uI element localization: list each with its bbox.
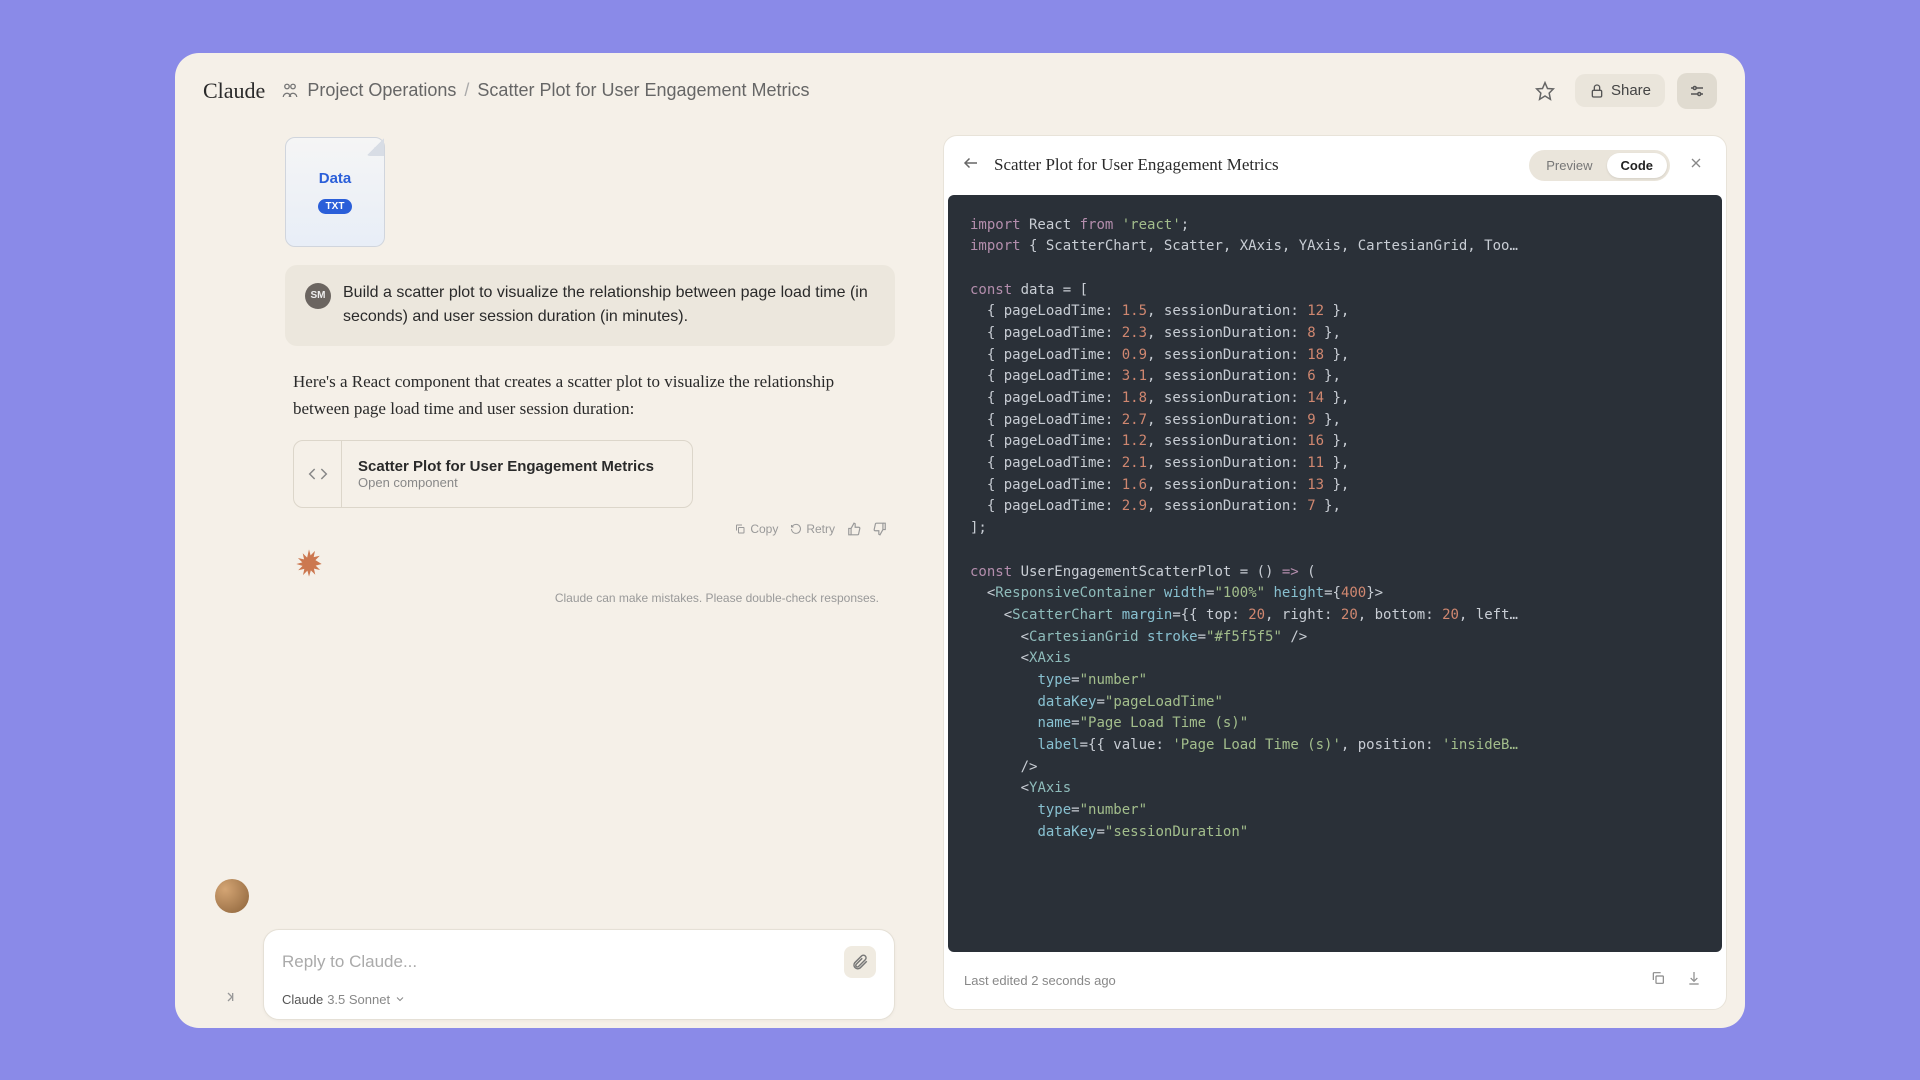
file-attachment[interactable]: Data TXT bbox=[285, 137, 385, 247]
file-ext-badge: TXT bbox=[318, 199, 353, 214]
breadcrumb-project[interactable]: Project Operations bbox=[307, 80, 456, 101]
disclaimer-text: Claude can make mistakes. Please double-… bbox=[293, 591, 887, 605]
artifact-panel: Scatter Plot for User Engagement Metrics… bbox=[943, 135, 1727, 1010]
toggle-preview[interactable]: Preview bbox=[1532, 153, 1606, 178]
collapse-sidebar-button[interactable] bbox=[222, 989, 242, 1010]
thumbs-down-button[interactable] bbox=[873, 522, 887, 536]
artifact-subtitle: Open component bbox=[358, 475, 654, 490]
assistant-message: Here's a React component that creates a … bbox=[285, 364, 895, 609]
toggle-code[interactable]: Code bbox=[1607, 153, 1668, 178]
last-edited: Last edited 2 seconds ago bbox=[964, 973, 1634, 988]
panel-header: Scatter Plot for User Engagement Metrics… bbox=[944, 136, 1726, 195]
profile-avatar[interactable] bbox=[215, 879, 249, 913]
code-icon bbox=[294, 441, 342, 507]
breadcrumb-separator: / bbox=[464, 80, 469, 101]
app-window: Claude Project Operations / Scatter Plot… bbox=[175, 53, 1745, 1028]
artifact-card[interactable]: Scatter Plot for User Engagement Metrics… bbox=[293, 440, 693, 508]
model-selector[interactable]: Claude 3.5 Sonnet bbox=[282, 992, 876, 1007]
project-icon bbox=[281, 82, 299, 100]
message-actions: Copy Retry bbox=[293, 522, 887, 536]
artifact-title: Scatter Plot for User Engagement Metrics bbox=[358, 458, 654, 475]
main: Data TXT SM Build a scatter plot to visu… bbox=[175, 117, 1745, 1028]
header-actions: Share bbox=[1527, 73, 1717, 109]
share-button[interactable]: Share bbox=[1575, 74, 1665, 107]
assistant-message-text: Here's a React component that creates a … bbox=[293, 368, 887, 422]
retry-button[interactable]: Retry bbox=[790, 522, 835, 536]
chevron-down-icon bbox=[394, 993, 406, 1005]
input-row: Reply to Claude... Claude 3.5 Sonnet bbox=[215, 861, 895, 1028]
download-button[interactable] bbox=[1682, 966, 1706, 995]
star-button[interactable] bbox=[1527, 73, 1563, 109]
panel-footer: Last edited 2 seconds ago bbox=[944, 952, 1726, 1009]
chat-messages: Data TXT SM Build a scatter plot to visu… bbox=[285, 137, 895, 861]
panel-title: Scatter Plot for User Engagement Metrics bbox=[994, 155, 1515, 175]
claude-starburst-icon bbox=[293, 548, 325, 585]
user-message: SM Build a scatter plot to visualize the… bbox=[285, 265, 895, 347]
share-label: Share bbox=[1611, 82, 1651, 99]
user-avatar: SM bbox=[305, 283, 331, 309]
copy-code-button[interactable] bbox=[1646, 966, 1670, 995]
attach-button[interactable] bbox=[844, 946, 876, 978]
panel-back-button[interactable] bbox=[962, 154, 980, 177]
code-block[interactable]: import React from 'react'; import { Scat… bbox=[948, 195, 1722, 952]
thumbs-up-button[interactable] bbox=[847, 522, 861, 536]
breadcrumb: Project Operations / Scatter Plot for Us… bbox=[281, 80, 809, 101]
file-name: Data bbox=[319, 170, 352, 187]
copy-button[interactable]: Copy bbox=[734, 522, 778, 536]
logo[interactable]: Claude bbox=[203, 78, 265, 104]
chat-column: Data TXT SM Build a scatter plot to visu… bbox=[175, 117, 895, 1028]
breadcrumb-current: Scatter Plot for User Engagement Metrics bbox=[477, 80, 809, 101]
panel-close-button[interactable] bbox=[1684, 151, 1708, 180]
view-toggle: Preview Code bbox=[1529, 150, 1670, 181]
reply-input[interactable]: Reply to Claude... Claude 3.5 Sonnet bbox=[263, 929, 895, 1020]
header: Claude Project Operations / Scatter Plot… bbox=[175, 53, 1745, 117]
settings-button[interactable] bbox=[1677, 73, 1717, 109]
user-message-text: Build a scatter plot to visualize the re… bbox=[343, 281, 875, 331]
input-placeholder: Reply to Claude... bbox=[282, 952, 417, 972]
